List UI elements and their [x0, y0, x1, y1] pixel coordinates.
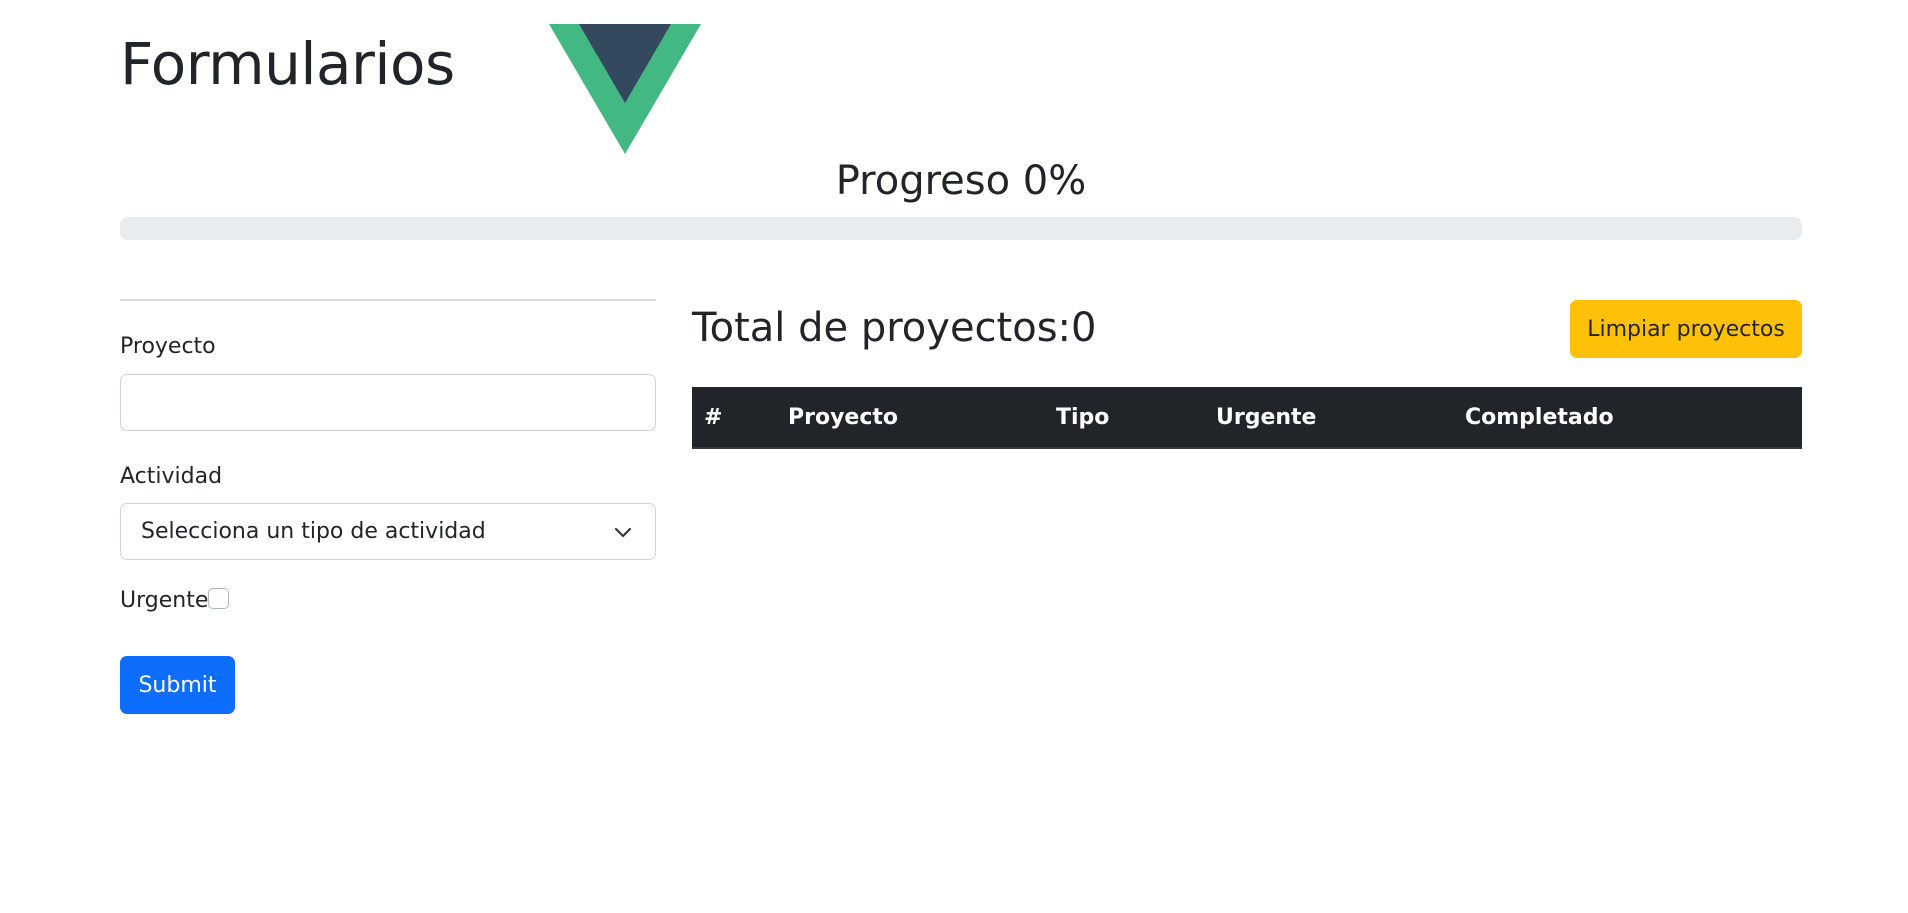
activity-select-value: Selecciona un tipo de actividad — [141, 519, 486, 544]
project-label: Proyecto — [120, 334, 216, 359]
progress-bar — [120, 217, 1802, 240]
page-title: Formularios — [120, 30, 455, 98]
project-input[interactable] — [120, 374, 656, 431]
urgent-checkbox[interactable] — [208, 588, 230, 609]
progress-label: Progreso 0% — [835, 158, 1087, 204]
vue-logo-icon — [549, 24, 701, 154]
column-header-project: Proyecto — [788, 405, 899, 430]
activity-select[interactable]: Selecciona un tipo de actividad — [120, 503, 656, 560]
chevron-down-icon — [614, 527, 632, 538]
urgent-row: Urgente — [120, 588, 230, 613]
column-header-completed: Completado — [1465, 405, 1614, 430]
column-header-number: # — [704, 405, 723, 430]
projects-total: Total de proyectos:0 — [692, 305, 1097, 351]
form-divider — [120, 299, 656, 301]
column-header-urgent: Urgente — [1216, 405, 1317, 430]
column-header-type: Tipo — [1056, 405, 1110, 430]
submit-button[interactable]: Submit — [120, 656, 235, 714]
clear-projects-button[interactable]: Limpiar proyectos — [1570, 300, 1802, 358]
activity-label: Actividad — [120, 464, 223, 489]
urgent-label: Urgente — [120, 588, 209, 613]
projects-table-header: # Proyecto Tipo Urgente Completado — [692, 387, 1802, 449]
